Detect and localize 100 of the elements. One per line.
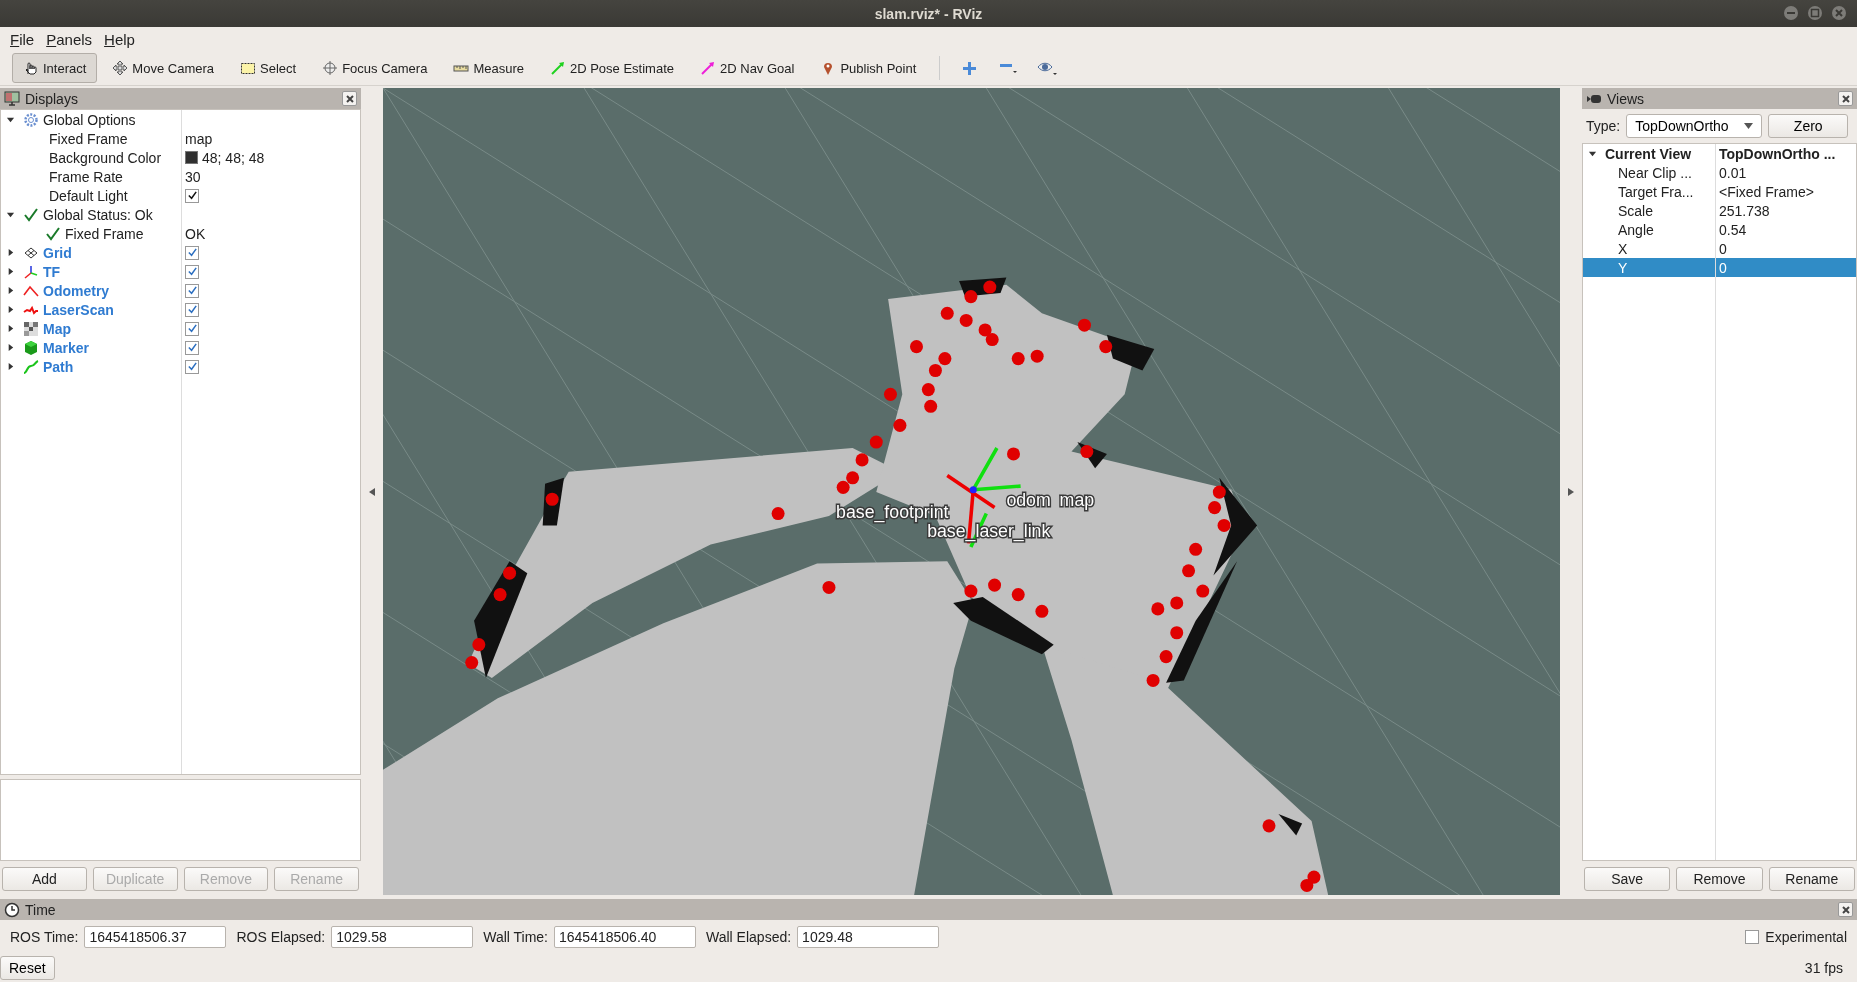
- display-name[interactable]: Marker: [43, 339, 89, 356]
- panel-button[interactable]: Rename: [1768, 867, 1855, 891]
- display-name[interactable]: Path: [43, 358, 74, 375]
- property-row[interactable]: Target Fra... <Fixed Frame>: [1583, 182, 1856, 201]
- property-name[interactable]: Global Options: [43, 111, 136, 128]
- close-button[interactable]: [342, 91, 357, 106]
- collapse-arrow-icon[interactable]: [1568, 487, 1574, 496]
- arrow-icon: [700, 60, 716, 76]
- property-value: 251.738: [1719, 202, 1770, 219]
- checkmark-icon: [45, 225, 61, 242]
- minimize-icon[interactable]: [1783, 5, 1799, 21]
- maximize-icon[interactable]: [1807, 5, 1823, 21]
- close-icon: [344, 93, 355, 104]
- tool-button[interactable]: Select: [229, 53, 308, 83]
- menu-item[interactable]: Help: [98, 30, 141, 48]
- checkbox[interactable]: [185, 340, 199, 355]
- view-type: TopDownOrtho ...: [1719, 145, 1836, 162]
- property-row[interactable]: Scale 251.738: [1583, 201, 1856, 220]
- expand-arrow-icon[interactable]: [1588, 149, 1597, 158]
- checkbox[interactable]: [185, 188, 199, 203]
- display-name[interactable]: Grid: [43, 244, 72, 261]
- expand-arrow-icon[interactable]: [6, 115, 15, 124]
- property-name: Y: [1618, 259, 1628, 276]
- panel-button[interactable]: Add: [2, 867, 87, 891]
- tool-button[interactable]: Publish Point: [809, 53, 928, 83]
- property-name: Scale: [1618, 202, 1654, 219]
- close-icon[interactable]: [1831, 5, 1847, 21]
- checkbox[interactable]: [185, 321, 199, 336]
- property-value: 0: [1719, 240, 1727, 257]
- property-row[interactable]: X 0: [1583, 239, 1856, 258]
- axes-icon: [23, 263, 39, 280]
- panel-button[interactable]: Save: [1584, 867, 1671, 891]
- expand-arrow-icon[interactable]: [6, 343, 15, 352]
- property-name[interactable]: Global Status: Ok: [43, 206, 153, 223]
- property-value: 30: [185, 168, 201, 185]
- display-name[interactable]: Map: [43, 320, 71, 337]
- menu-item[interactable]: Panels: [40, 30, 99, 48]
- tool-button[interactable]: 2D Nav Goal: [689, 53, 806, 83]
- collapse-arrow-icon[interactable]: [369, 487, 375, 496]
- checkbox[interactable]: [185, 245, 199, 260]
- tool-button[interactable]: Move Camera: [101, 53, 225, 83]
- checkbox[interactable]: [185, 283, 199, 298]
- checkbox[interactable]: [185, 302, 199, 317]
- property-value: OK: [185, 225, 206, 242]
- panel-button[interactable]: Remove: [1676, 867, 1763, 891]
- expand-arrow-icon[interactable]: [6, 362, 15, 371]
- hand-icon: [23, 60, 39, 76]
- expand-arrow-icon[interactable]: [6, 248, 15, 257]
- panel-title: Displays: [25, 90, 78, 107]
- map-icon: [23, 320, 39, 337]
- expand-arrow-icon[interactable]: [6, 210, 15, 219]
- property-name: Default Light: [49, 187, 128, 204]
- property-name: Target Fra...: [1618, 183, 1694, 200]
- minus-icon: [1000, 62, 1018, 74]
- field-label: Wall Time:: [483, 929, 548, 945]
- panel-title: Time: [25, 901, 56, 918]
- menu-item[interactable]: File: [4, 30, 41, 48]
- property-name: X: [1618, 240, 1628, 257]
- type-label: Type:: [1586, 118, 1621, 134]
- property-name: Fixed Frame: [65, 225, 144, 242]
- display-name[interactable]: TF: [43, 263, 61, 280]
- checkbox[interactable]: [185, 264, 199, 279]
- property-row[interactable]: Angle 0.54: [1583, 220, 1856, 239]
- checkbox[interactable]: [1745, 930, 1760, 944]
- expand-arrow-icon[interactable]: [6, 286, 15, 295]
- display-name[interactable]: LaserScan: [43, 301, 114, 318]
- tool-button[interactable]: Interact: [12, 53, 98, 83]
- reset-button[interactable]: Reset: [0, 956, 55, 980]
- property-name: Near Clip ...: [1618, 164, 1692, 181]
- tool-button[interactable]: Measure: [442, 53, 535, 83]
- close-button[interactable]: [1838, 902, 1853, 917]
- checkbox[interactable]: [185, 359, 199, 374]
- time-field[interactable]: 1029.48: [797, 926, 940, 948]
- close-button[interactable]: [1838, 91, 1853, 106]
- expand-arrow-icon[interactable]: [6, 324, 15, 333]
- property-value: map: [185, 130, 213, 147]
- frame-label: map: [1059, 490, 1095, 511]
- time-field[interactable]: 1645418506.40: [554, 926, 696, 948]
- fps-label: 31 fps: [1804, 960, 1843, 976]
- selection-icon: [240, 60, 256, 76]
- time-field[interactable]: 1645418506.37: [84, 926, 227, 948]
- expand-arrow-icon[interactable]: [6, 267, 15, 276]
- property-row[interactable]: Y 0: [1583, 258, 1856, 277]
- move-icon: [112, 60, 129, 76]
- time-field[interactable]: 1029.58: [331, 926, 474, 948]
- close-icon: [1840, 904, 1851, 915]
- crosshair-icon: [322, 60, 339, 76]
- tool-button[interactable]: Focus Camera: [311, 53, 439, 83]
- property-value: 0: [1719, 259, 1727, 276]
- cube-icon: [23, 339, 39, 356]
- type-dropdown[interactable]: TopDownOrtho: [1626, 114, 1763, 138]
- property-name: Background Color: [49, 149, 162, 166]
- tool-button[interactable]: 2D Pose Estimate: [538, 53, 685, 83]
- clock-icon: [4, 901, 20, 918]
- property-row[interactable]: Near Clip ... 0.01: [1583, 163, 1856, 182]
- expand-arrow-icon[interactable]: [6, 305, 15, 314]
- property-value: 0.01: [1719, 164, 1747, 181]
- view-name[interactable]: Current View: [1605, 145, 1692, 162]
- zero-button[interactable]: Zero: [1768, 114, 1849, 138]
- display-name[interactable]: Odometry: [43, 282, 110, 299]
